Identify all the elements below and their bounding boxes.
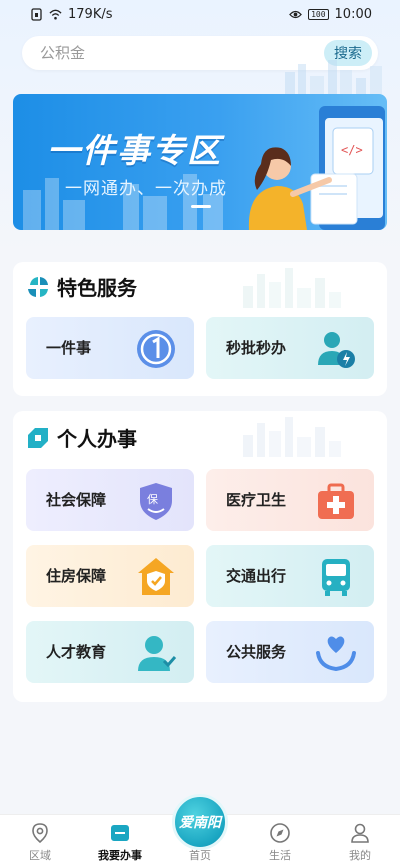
tile-one-thing[interactable]: 一件事 xyxy=(26,317,194,379)
tile-social-security[interactable]: 社会保障 保 xyxy=(26,469,194,531)
section-skyline-decoration xyxy=(243,268,341,308)
tile-label: 人才教育 xyxy=(46,643,107,661)
medical-kit-icon xyxy=(318,483,354,519)
nav-item-life[interactable]: 生活 xyxy=(240,815,320,866)
banner-pager-indicator xyxy=(191,205,211,208)
tile-label: 交通出行 xyxy=(226,567,287,585)
clock: 10:00 xyxy=(334,6,372,22)
house-shield-icon xyxy=(138,558,174,595)
special-services-title: 特色服务 xyxy=(57,276,137,300)
bus-icon xyxy=(322,559,350,596)
tile-talent-education[interactable]: 人才教育 xyxy=(26,621,194,683)
tile-label: 医疗卫生 xyxy=(226,491,287,509)
compass-icon xyxy=(270,823,290,843)
special-services-icon xyxy=(28,276,48,297)
nav-label: 生活 xyxy=(269,849,291,862)
person-lightning-icon xyxy=(318,332,355,368)
nav-item-services[interactable]: 我要办事 xyxy=(80,815,160,866)
tile-public-service[interactable]: 公共服务 xyxy=(206,621,374,683)
user-icon xyxy=(351,823,369,843)
tile-label: 秒批秒办 xyxy=(226,339,287,357)
svg-text:</>: </> xyxy=(341,143,363,157)
city-skyline-decoration xyxy=(285,60,382,94)
home-logo-text: 爱南阳 xyxy=(179,815,221,831)
section-skyline-decoration xyxy=(243,417,341,457)
number-one-icon xyxy=(137,330,175,368)
location-pin-icon xyxy=(32,823,48,844)
nav-label: 区域 xyxy=(29,849,51,862)
heart-hands-icon xyxy=(316,636,356,672)
battery-level: 100 xyxy=(308,8,329,20)
tile-label: 一件事 xyxy=(46,339,92,357)
sim-card-icon xyxy=(31,7,42,21)
promo-banner[interactable]: 一件事专区 一网通办、一次办成 </> xyxy=(13,94,387,230)
svg-text:保: 保 xyxy=(147,492,158,506)
service-card-icon xyxy=(111,825,129,841)
nav-item-mine[interactable]: 我的 xyxy=(320,815,400,866)
home-button[interactable]: 爱南阳 xyxy=(172,794,228,850)
nav-label: 我的 xyxy=(349,849,371,862)
nav-label: 我要办事 xyxy=(98,849,142,862)
personal-affairs-title: 个人办事 xyxy=(57,427,137,451)
special-services-section: 特色服务 一件事 秒批秒办 xyxy=(13,262,387,396)
tile-transport[interactable]: 交通出行 xyxy=(206,545,374,607)
nav-item-region[interactable]: 区域 xyxy=(0,815,80,866)
eye-icon xyxy=(289,10,302,18)
tile-medical[interactable]: 医疗卫生 xyxy=(206,469,374,531)
status-bar: 179K/s 100 10:00 xyxy=(0,0,400,28)
personal-affairs-icon xyxy=(28,427,48,448)
banner-subtitle: 一网通办、一次办成 xyxy=(65,179,227,199)
network-speed: 179K/s xyxy=(68,6,113,22)
banner-illustration: </> xyxy=(248,106,385,230)
tile-label: 公共服务 xyxy=(226,643,287,661)
tile-instant-approval[interactable]: 秒批秒办 xyxy=(206,317,374,379)
banner-title: 一件事专区 xyxy=(47,131,222,170)
tile-housing[interactable]: 住房保障 xyxy=(26,545,194,607)
tile-label: 社会保障 xyxy=(46,491,107,509)
tile-label: 住房保障 xyxy=(46,567,107,585)
personal-affairs-section: 个人办事 社会保障 保 医疗卫生 住房保障 交通出行 人才教育 公共服务 xyxy=(13,411,387,702)
insurance-shield-icon: 保 xyxy=(140,483,172,520)
person-icon xyxy=(138,636,177,671)
wifi-icon xyxy=(49,9,62,20)
